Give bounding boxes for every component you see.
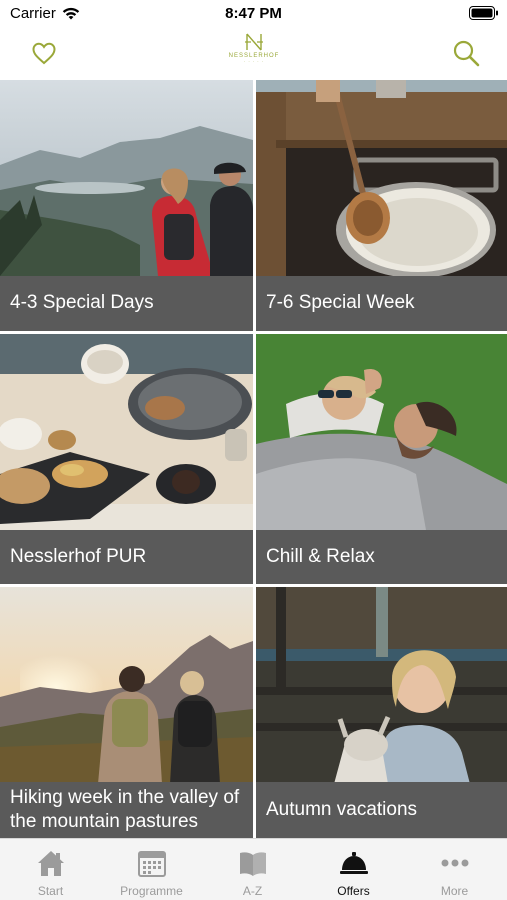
offer-title: 4-3 Special Days [10, 292, 154, 313]
tab-az-label: A-Z [242, 884, 263, 898]
tab-bar: Start Programme A-Z Offers More [0, 838, 507, 900]
heart-icon[interactable] [30, 39, 58, 67]
search-icon[interactable] [451, 38, 481, 68]
tab-programme[interactable]: Programme [101, 839, 202, 900]
offer-tile[interactable]: Chill & Relax [256, 334, 507, 584]
caption-bar: Chill & Relax [256, 530, 507, 584]
caption-bar: Autumn vacations [256, 782, 507, 838]
clock: 8:47 PM [225, 5, 282, 22]
offer-photo [0, 587, 253, 784]
tab-start-label: Start [37, 884, 64, 898]
tab-more[interactable]: More [404, 839, 507, 900]
tab-start[interactable]: Start [0, 839, 101, 900]
tab-az[interactable]: A-Z [202, 839, 303, 900]
tab-offers-label: Offers [337, 884, 370, 898]
caption-bar: Nesslerhof PUR [0, 530, 253, 584]
logo-mark [245, 33, 263, 51]
offer-tile[interactable]: 7-6 Special Week [256, 80, 507, 331]
logo-subtext: · · · · · [243, 59, 265, 64]
brand-logo: NESSLERHOF · · · · · [223, 32, 285, 72]
offer-tile[interactable]: Nesslerhof PUR [0, 334, 253, 584]
offer-photo [256, 334, 507, 530]
offer-title: Nesslerhof PUR [10, 546, 147, 567]
offer-photo [0, 80, 253, 276]
offer-title: Hiking week in the valley of the mountai… [10, 787, 240, 832]
house-icon [38, 851, 64, 876]
battery-icon [469, 6, 498, 20]
tab-more-label: More [440, 884, 469, 898]
more-dots-icon [441, 859, 469, 867]
offer-photo [0, 334, 253, 530]
tab-offers[interactable]: Offers [303, 839, 404, 900]
book-icon [240, 852, 266, 876]
offer-title: Autumn vacations [266, 799, 418, 820]
service-bell-icon [340, 852, 368, 874]
caption-bar: 7-6 Special Week [256, 276, 507, 331]
tab-programme-label: Programme [120, 884, 183, 898]
offer-photo [256, 80, 507, 276]
offer-title: 7-6 Special Week [266, 292, 415, 313]
caption-bar: Hiking week in the valley of the mountai… [0, 782, 253, 838]
offers-grid: 4-3 Special Days 7-6 Special Week Nessle… [0, 80, 507, 838]
offer-tile[interactable]: Hiking week in the valley of the mountai… [0, 587, 253, 838]
calendar-icon [138, 851, 166, 877]
offer-tile[interactable]: 4-3 Special Days [0, 80, 253, 331]
nav-bar: NESSLERHOF · · · · · [0, 28, 507, 80]
offer-tile[interactable]: Autumn vacations [256, 587, 507, 838]
caption-bar: 4-3 Special Days [0, 276, 253, 331]
offer-photo [256, 587, 507, 784]
offer-title: Chill & Relax [266, 546, 375, 567]
status-bar: Carrier 8:47 PM [0, 0, 507, 28]
